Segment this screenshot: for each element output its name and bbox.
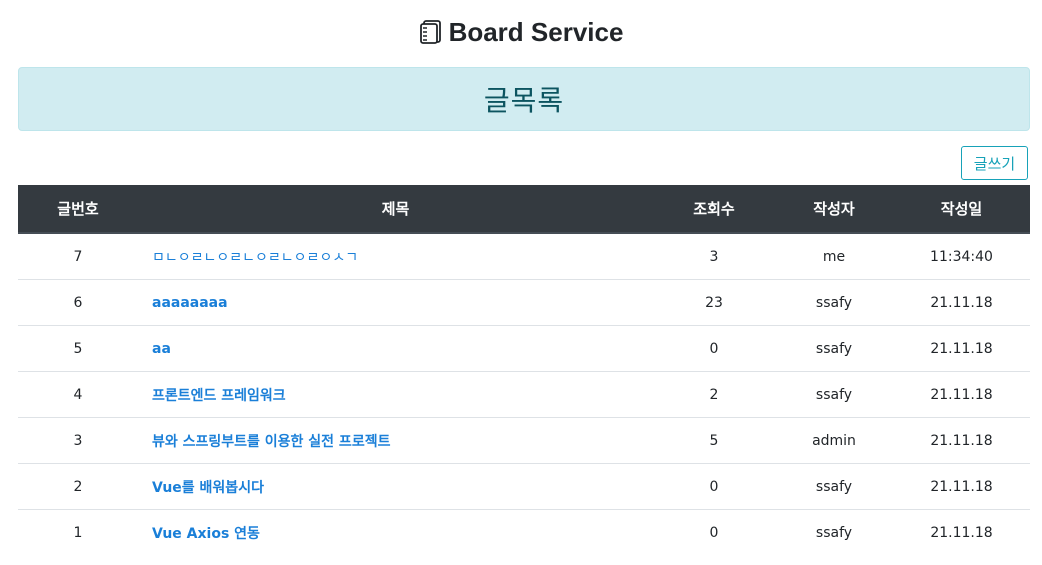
- post-date: 21.11.18: [893, 417, 1030, 464]
- post-number: 3: [18, 417, 138, 464]
- post-views: 2: [653, 371, 775, 418]
- brand-title-text: Board Service: [448, 17, 624, 47]
- post-date: 21.11.18: [893, 463, 1030, 510]
- post-date: 11:34:40: [893, 232, 1030, 280]
- post-title-link[interactable]: ㅁㄴㅇㄹㄴㅇㄹㄴㅇㄹㄴㅇㄹㅇㅅㄱ: [152, 250, 358, 266]
- post-title-link[interactable]: 프론트엔드 프레임워크: [152, 388, 286, 404]
- write-post-button[interactable]: 글쓰기: [961, 146, 1028, 180]
- post-author: admin: [775, 417, 893, 464]
- brand-title: Board Service: [448, 17, 624, 49]
- column-header-author: 작성자: [775, 185, 893, 234]
- board-table-header: 글번호 제목 조회수 작성자 작성일: [18, 185, 1030, 234]
- table-row: 7 ㅁㄴㅇㄹㄴㅇㄹㄴㅇㄹㄴㅇㄹㅇㅅㄱ 3 me 11:34:40: [18, 232, 1030, 280]
- post-date: 21.11.18: [893, 509, 1030, 555]
- post-author: ssafy: [775, 463, 893, 510]
- board-table-body: 7 ㅁㄴㅇㄹㄴㅇㄹㄴㅇㄹㄴㅇㄹㅇㅅㄱ 3 me 11:34:40 6 aaaaa…: [18, 232, 1030, 555]
- board-table: 글번호 제목 조회수 작성자 작성일 7 ㅁㄴㅇㄹㄴㅇㄹㄴㅇㄹㄴㅇㄹㅇㅅㄱ 3 …: [18, 185, 1030, 555]
- post-number: 4: [18, 371, 138, 418]
- notebook-icon: [419, 19, 443, 45]
- post-views: 5: [653, 417, 775, 464]
- post-number: 6: [18, 279, 138, 326]
- post-views: 0: [653, 325, 775, 372]
- post-author: ssafy: [775, 325, 893, 372]
- column-header-title: 제목: [138, 185, 653, 234]
- post-author: ssafy: [775, 371, 893, 418]
- page-banner: 글목록: [18, 67, 1030, 131]
- post-views: 3: [653, 232, 775, 280]
- table-row: 4 프론트엔드 프레임워크 2 ssafy 21.11.18: [18, 371, 1030, 418]
- app-header: Board Service: [0, 12, 1042, 52]
- post-number: 2: [18, 463, 138, 510]
- post-date: 21.11.18: [893, 279, 1030, 326]
- post-views: 0: [653, 463, 775, 510]
- post-title-link[interactable]: 뷰와 스프링부트를 이용한 실전 프로젝트: [152, 434, 390, 450]
- post-title-link[interactable]: Vue Axios 연동: [152, 526, 260, 542]
- post-views: 0: [653, 509, 775, 555]
- post-title-link[interactable]: Vue를 배워봅시다: [152, 480, 264, 496]
- post-author: ssafy: [775, 509, 893, 555]
- post-author: me: [775, 232, 893, 280]
- table-row: 5 aa 0 ssafy 21.11.18: [18, 325, 1030, 372]
- brand: Board Service: [419, 17, 624, 49]
- post-title-link[interactable]: aa: [152, 341, 171, 357]
- page-title: 글목록: [483, 84, 565, 117]
- post-title-link[interactable]: aaaaaaaa: [152, 295, 228, 311]
- post-date: 21.11.18: [893, 325, 1030, 372]
- table-row: 3 뷰와 스프링부트를 이용한 실전 프로젝트 5 admin 21.11.18: [18, 417, 1030, 464]
- post-number: 1: [18, 509, 138, 555]
- post-author: ssafy: [775, 279, 893, 326]
- column-header-number: 글번호: [18, 185, 138, 234]
- post-views: 23: [653, 279, 775, 326]
- table-row: 2 Vue를 배워봅시다 0 ssafy 21.11.18: [18, 463, 1030, 510]
- column-header-date: 작성일: [893, 185, 1030, 234]
- table-row: 1 Vue Axios 연동 0 ssafy 21.11.18: [18, 509, 1030, 555]
- post-number: 7: [18, 232, 138, 280]
- table-row: 6 aaaaaaaa 23 ssafy 21.11.18: [18, 279, 1030, 326]
- post-date: 21.11.18: [893, 371, 1030, 418]
- post-number: 5: [18, 325, 138, 372]
- column-header-views: 조회수: [653, 185, 775, 234]
